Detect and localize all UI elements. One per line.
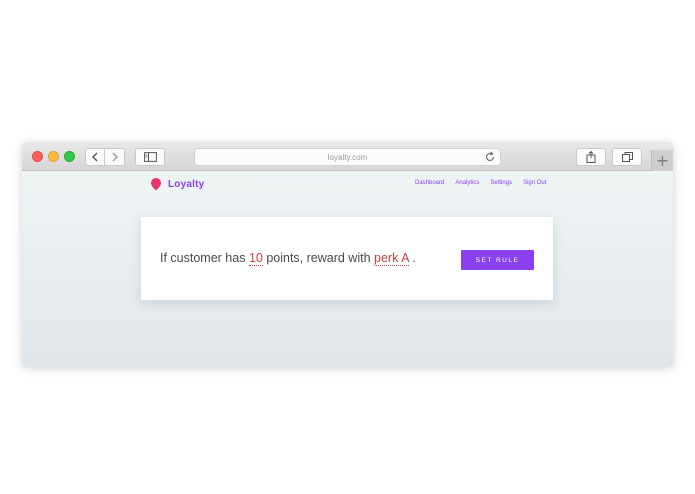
nav-sign-out[interactable]: Sign Out <box>523 180 546 186</box>
map-pin-logo-icon <box>151 178 161 191</box>
new-tab-button[interactable]: + <box>651 150 673 171</box>
nav-analytics[interactable]: Analytics <box>455 180 479 186</box>
browser-toolbar: loyalty.com + <box>22 142 673 171</box>
perk-input[interactable]: perk A <box>374 251 409 266</box>
forward-button[interactable] <box>105 148 125 166</box>
set-rule-button[interactable]: SET RULE <box>461 250 534 270</box>
brand-name: Loyalty <box>168 179 205 190</box>
rule-sentence: If customer has 10 points, reward with p… <box>160 251 416 266</box>
browser-window: loyalty.com + Loyalty Dashboard Analytic… <box>22 142 673 366</box>
share-icon <box>586 151 596 163</box>
nav-settings[interactable]: Settings <box>490 180 512 186</box>
tabs-icon <box>621 152 633 162</box>
show-tabs-button[interactable] <box>612 148 642 166</box>
brand[interactable]: Loyalty <box>150 178 204 191</box>
sidebar-icon <box>143 152 157 162</box>
rule-card: If customer has 10 points, reward with p… <box>141 217 553 300</box>
sidebar-toggle-button[interactable] <box>135 148 165 166</box>
top-nav: Dashboard Analytics Settings Sign Out <box>415 180 557 186</box>
maximize-window-button[interactable] <box>64 151 75 162</box>
reload-icon[interactable] <box>484 151 496 163</box>
page-content: Loyalty Dashboard Analytics Settings Sig… <box>22 171 673 366</box>
rule-middle: points, reward with <box>262 251 375 265</box>
rule-prefix: If customer has <box>160 251 249 265</box>
minimize-window-button[interactable] <box>48 151 59 162</box>
address-bar[interactable]: loyalty.com <box>194 148 501 166</box>
back-chevron-icon <box>92 152 98 162</box>
forward-chevron-icon <box>112 152 118 162</box>
points-input[interactable]: 10 <box>248 251 263 266</box>
rule-suffix: . <box>408 251 416 265</box>
url-text: loyalty.com <box>327 152 368 162</box>
close-window-button[interactable] <box>32 151 43 162</box>
back-button[interactable] <box>85 148 105 166</box>
share-button[interactable] <box>576 148 606 166</box>
nav-dashboard[interactable]: Dashboard <box>415 180 444 186</box>
